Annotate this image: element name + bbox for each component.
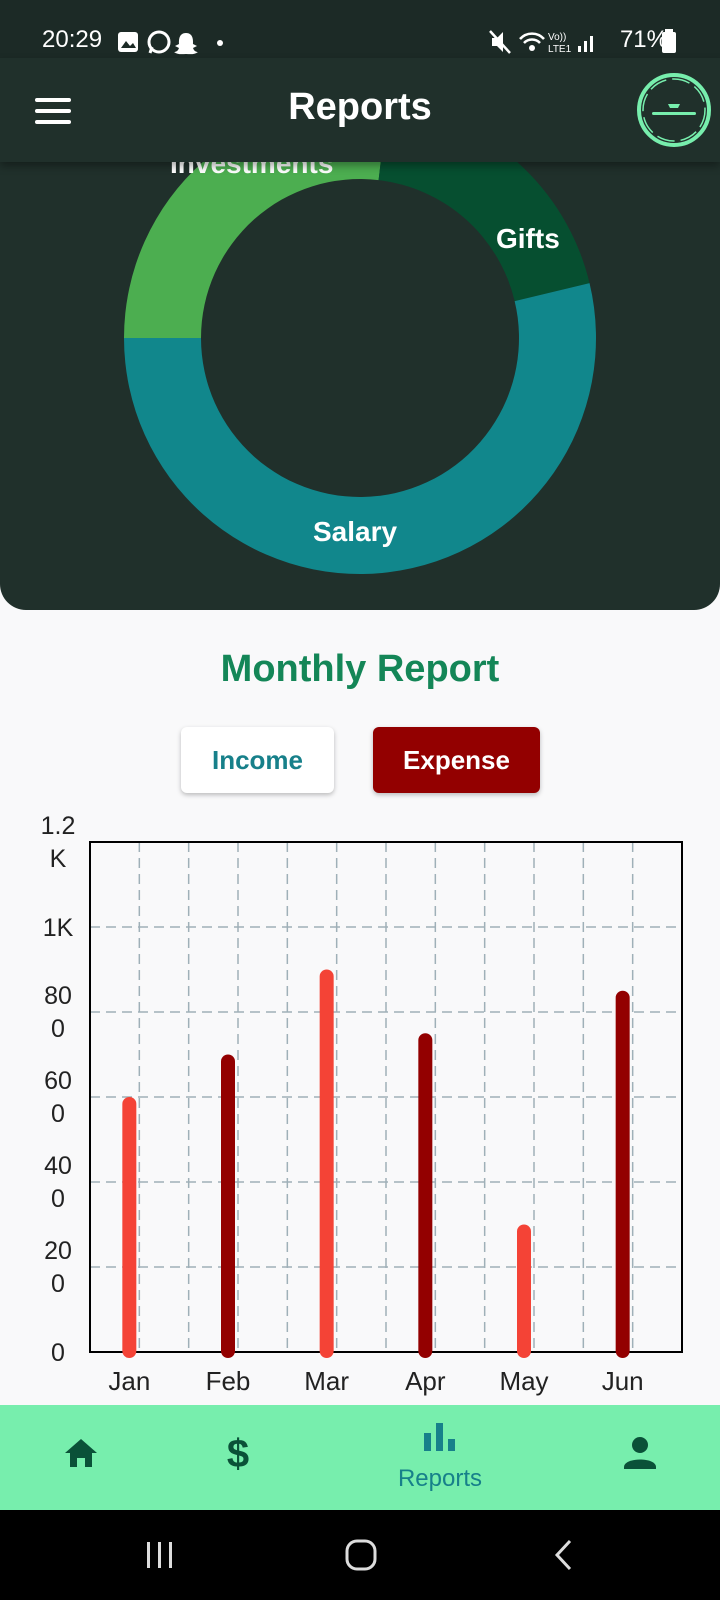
gallery-icon [118, 32, 138, 52]
x-tick-label: Jan [108, 1366, 150, 1396]
signal-icon [578, 36, 593, 52]
svg-text:$: $ [227, 1432, 249, 1476]
home-icon [65, 1439, 97, 1467]
home-system-icon[interactable] [344, 1538, 378, 1572]
wifi-icon [519, 32, 545, 51]
bar-feb[interactable] [221, 1054, 235, 1359]
x-tick-label: Feb [206, 1366, 251, 1396]
nav-item-reports[interactable]: Reports [380, 1415, 500, 1503]
notification-icons [118, 30, 223, 55]
x-tick-label: Jun [602, 1366, 644, 1396]
nav-item-home[interactable] [55, 1427, 107, 1479]
app-logo-icon[interactable] [634, 70, 714, 150]
page-title: Reports [288, 86, 432, 128]
y-tick-label: 60 0 [44, 1067, 72, 1128]
back-icon[interactable] [552, 1538, 576, 1572]
volte-label: Vo)) [548, 32, 566, 43]
monthly-expense-bar-chart: 0 20 0 40 0 60 0 80 0 1K 1.2 K Jan Feb Mar Apr May Jun [41, 812, 683, 1396]
monthly-report-title: Monthly Report [220, 648, 500, 690]
donut-label-salary: Salary [313, 516, 398, 547]
mute-icon [489, 30, 511, 54]
system-navigation-bar [0, 1510, 720, 1600]
y-tick-label: 40 0 [44, 1152, 72, 1213]
bar-chart-icon [424, 1423, 455, 1451]
bar-jan[interactable] [122, 1097, 137, 1358]
income-toggle-button[interactable]: Income [181, 727, 334, 793]
nav-label-reports: Reports [397, 1465, 483, 1492]
bar-jun[interactable] [615, 990, 630, 1358]
x-tick-label: Mar [304, 1366, 349, 1396]
svg-text:LTE1: LTE1 [548, 44, 572, 55]
y-tick-label: 80 0 [44, 982, 72, 1043]
app-bar: Reports [0, 58, 720, 162]
bar-mar[interactable] [319, 969, 334, 1359]
person-icon [624, 1437, 656, 1469]
dollar-icon: $ [227, 1432, 249, 1476]
battery-percent: 71% [619, 26, 668, 53]
y-tick-label: 1.2 K [41, 812, 76, 873]
y-tick-label: 0 [51, 1339, 65, 1367]
y-tick-label: 20 0 [44, 1237, 72, 1298]
donut-label-gifts: Gifts [496, 223, 560, 254]
battery-icon [662, 29, 676, 53]
bar-may[interactable] [517, 1224, 531, 1359]
nav-item-profile[interactable] [614, 1427, 666, 1479]
recent-apps-icon[interactable] [144, 1540, 176, 1570]
whatsapp-icon [147, 30, 171, 54]
nav-item-transactions[interactable]: $ [212, 1423, 264, 1479]
bottom-navigation-bar: $ Reports [0, 1405, 720, 1510]
x-tick-label: Apr [405, 1366, 446, 1396]
snapchat-icon [174, 33, 198, 55]
y-tick-label: 1K [43, 914, 74, 942]
more-notifications-dot [217, 40, 223, 46]
status-bar: 20:29 Vo)) LTE1 71% [0, 0, 720, 58]
x-tick-label: May [499, 1366, 548, 1396]
system-status-icons: Vo)) LTE1 [489, 30, 593, 55]
expense-toggle-button[interactable]: Expense [373, 727, 540, 793]
bar-apr[interactable] [418, 1033, 433, 1358]
status-time: 20:29 [42, 26, 103, 53]
